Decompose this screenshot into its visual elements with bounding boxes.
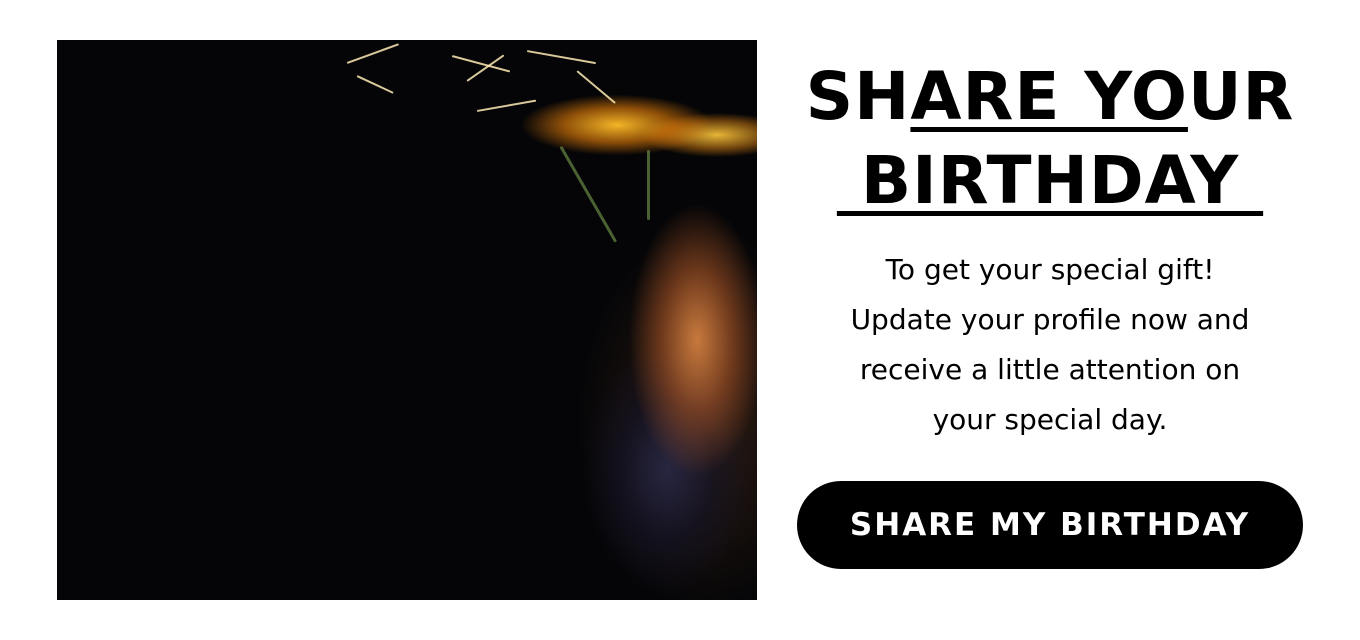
description-line: To get your special gift!	[885, 253, 1215, 286]
sparkler-spark	[526, 50, 597, 65]
share-my-birthday-button[interactable]: SHARE MY BIRTHDAY	[797, 481, 1303, 569]
sparkler-spark	[476, 99, 537, 112]
sparkler-spark	[356, 75, 394, 94]
title-text: SH	[805, 58, 911, 135]
description-line: Update your profile now and	[850, 303, 1250, 336]
promo-content: SHARE YOUR BIRTHDAY To get your special …	[790, 55, 1310, 445]
title-text-underlined: BIRTHDAY	[836, 142, 1264, 219]
sparkler-spark	[576, 70, 616, 104]
promo-title: SHARE YOUR BIRTHDAY	[790, 55, 1310, 223]
sparkler-spark	[647, 150, 650, 220]
sparkler-spark	[559, 145, 618, 243]
birthday-sparkler-photo	[57, 40, 757, 600]
description-line: your special day.	[932, 403, 1168, 436]
description-line: receive a little attention on	[859, 353, 1241, 386]
title-line-1: SHARE YOUR	[790, 55, 1310, 139]
title-text-underlined: ARE YO	[910, 58, 1188, 135]
title-line-2: BIRTHDAY	[790, 139, 1310, 223]
promo-description: To get your special gift! Update your pr…	[790, 245, 1310, 445]
title-text: UR	[1187, 58, 1295, 135]
sparkler-spark	[346, 43, 400, 64]
